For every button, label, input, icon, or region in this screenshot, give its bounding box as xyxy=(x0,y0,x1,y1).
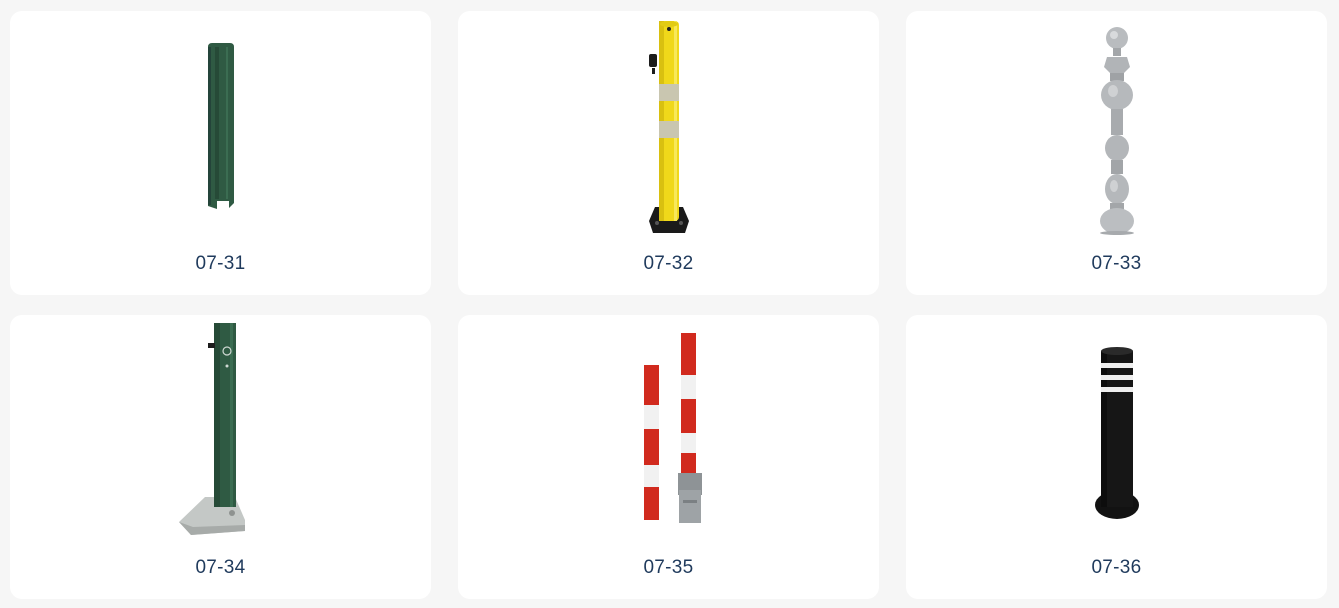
product-card-07-35[interactable]: 07-35 xyxy=(458,315,879,599)
product-code[interactable]: 07-36 xyxy=(906,557,1327,579)
product-image[interactable] xyxy=(906,11,1327,251)
product-card-07-31[interactable]: 07-31 xyxy=(10,11,431,295)
black-reflective-bollard-icon xyxy=(1094,347,1139,519)
yellow-lockable-bollard-icon xyxy=(648,21,689,233)
product-image[interactable] xyxy=(458,315,879,555)
product-code[interactable]: 07-33 xyxy=(906,253,1327,275)
product-code[interactable]: 07-35 xyxy=(458,557,879,579)
product-image[interactable] xyxy=(906,315,1327,555)
product-card-07-33[interactable]: 07-33 xyxy=(906,11,1327,295)
product-image[interactable] xyxy=(10,11,431,251)
product-card-07-34[interactable]: 07-34 xyxy=(10,315,431,599)
product-code[interactable]: 07-34 xyxy=(10,557,431,579)
product-image[interactable] xyxy=(458,11,879,251)
product-card-07-36[interactable]: 07-36 xyxy=(906,315,1327,599)
product-card-07-32[interactable]: 07-32 xyxy=(458,11,879,295)
product-grid: 07-31 07-32 07-33 07-34 07-35 07-36 xyxy=(10,11,1327,599)
product-image[interactable] xyxy=(10,315,431,555)
cast-iron-ornamental-bollard-icon xyxy=(1099,27,1134,235)
green-fold-down-bollard-icon xyxy=(178,323,245,535)
green-folding-post-icon xyxy=(207,43,234,209)
product-code[interactable]: 07-32 xyxy=(458,253,879,275)
product-code[interactable]: 07-31 xyxy=(10,253,431,275)
red-white-removable-posts-icon xyxy=(643,333,702,523)
